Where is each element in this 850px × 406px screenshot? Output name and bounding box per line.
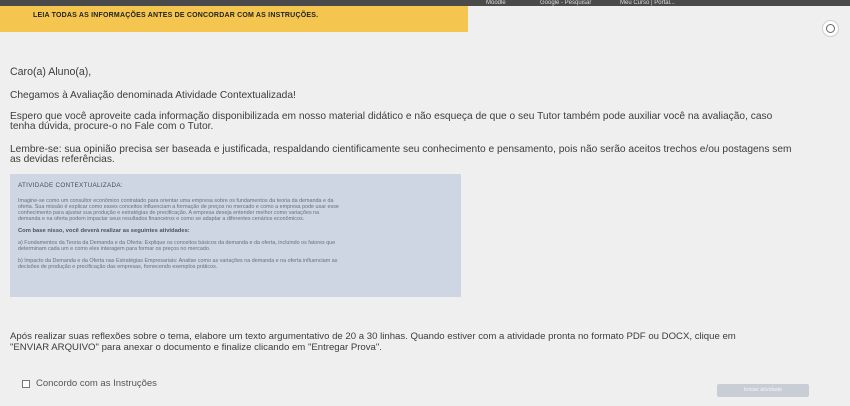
agree-checkbox-row[interactable]: Concordo com as Instruções: [22, 378, 157, 389]
intro-text: Chegamos à Avaliação denominada Atividad…: [10, 90, 296, 101]
item-b-line: decisões de produção e precificação das …: [18, 264, 218, 270]
circle-icon: [826, 24, 835, 33]
after-text-line1: Após realizar suas reflexões sobre o tem…: [10, 331, 736, 342]
activity-task-heading: Com base nisso, você deverá realizar as …: [18, 228, 190, 234]
item-a-line: determinam cada um e como eles interagem…: [18, 246, 211, 252]
accessibility-button[interactable]: [822, 20, 839, 37]
instructions-banner: LEIA TODAS AS INFORMAÇÕES ANTES DE CONCO…: [0, 6, 468, 32]
greeting: Caro(a) Aluno(a),: [10, 66, 92, 78]
hope-text-line2: tenha dúvida, procure-o no Fale com o Tu…: [10, 121, 214, 132]
after-text-line2: "ENVIAR ARQUIVO" para anexar o documento…: [10, 342, 382, 353]
reminder-text-line2: as devidas referências.: [10, 154, 115, 165]
bookmark-portal[interactable]: Meu Curso | Portal...: [620, 0, 675, 6]
scenario-line: demanda e na oferta podem impactar seus …: [18, 216, 305, 222]
start-activity-button[interactable]: Iniciar atividade: [717, 384, 809, 397]
activity-title: ATIVIDADE CONTEXTUALIZADA:: [18, 182, 123, 189]
agree-checkbox[interactable]: [22, 379, 30, 388]
activity-item-a: a) Fundamentos da Teoria da Demanda e da…: [18, 240, 453, 252]
activity-scenario: Imagine-se como um consultor econômico c…: [18, 198, 453, 222]
bookmark-moodle[interactable]: Moodle: [486, 0, 506, 6]
bookmark-google[interactable]: Google - Pesquisar: [540, 0, 591, 6]
activity-item-b: b) Impacto da Demanda e da Oferta nas Es…: [18, 258, 453, 270]
reminder-text-line1: Lembre-se: sua opinião precisa ser basea…: [10, 144, 792, 155]
banner-text: LEIA TODAS AS INFORMAÇÕES ANTES DE CONCO…: [33, 12, 319, 19]
activity-panel: ATIVIDADE CONTEXTUALIZADA: Imagine-se co…: [10, 174, 461, 297]
agree-label: Concordo com as Instruções: [36, 378, 157, 389]
